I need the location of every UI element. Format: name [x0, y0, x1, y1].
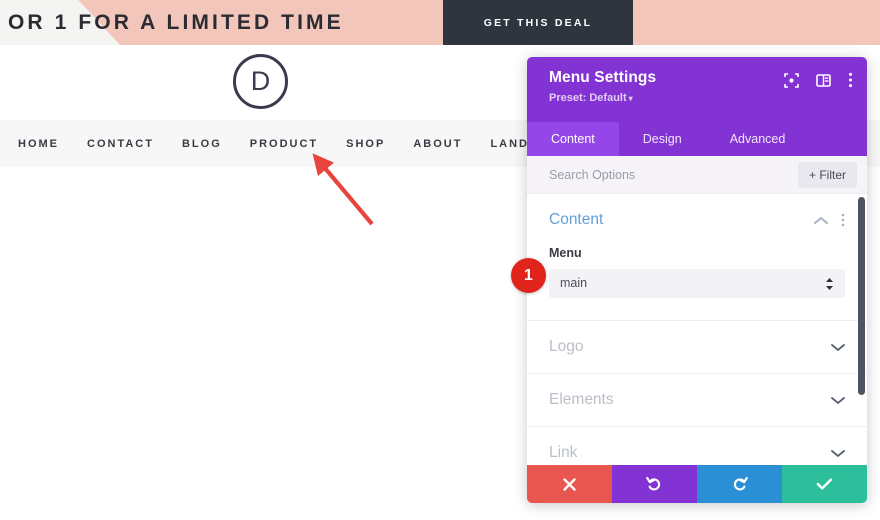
save-button[interactable]: [782, 465, 867, 503]
nav-item-product[interactable]: PRODUCT: [250, 138, 318, 150]
section-content-header[interactable]: Content: [549, 194, 845, 246]
get-this-deal-button[interactable]: GET THIS DEAL: [443, 0, 633, 45]
chevron-down-icon[interactable]: [831, 343, 845, 352]
promo-banner-text: OR 1 FOR A LIMITED TIME: [8, 11, 344, 34]
section-link: Link: [527, 427, 867, 465]
panel-layout-icon[interactable]: [816, 73, 831, 88]
section-elements: Elements: [527, 374, 867, 427]
nav-item-about[interactable]: ABOUT: [413, 138, 462, 150]
nav-item-shop[interactable]: SHOP: [346, 138, 385, 150]
menu-select[interactable]: main: [549, 269, 845, 298]
cancel-button[interactable]: [527, 465, 612, 503]
section-content: Content Menu main: [527, 194, 867, 321]
section-logo-header[interactable]: Logo: [549, 321, 845, 373]
modal-header-icons: [784, 72, 853, 88]
field-menu-label: Menu: [549, 246, 582, 260]
redo-icon: [733, 476, 748, 491]
nav-item-home[interactable]: HOME: [18, 138, 59, 150]
section-content-title: Content: [549, 211, 604, 228]
modal-scrollbar[interactable]: [858, 197, 865, 395]
field-menu: Menu main: [549, 246, 845, 320]
section-elements-header[interactable]: Elements: [549, 374, 845, 426]
filter-button[interactable]: + Filter: [797, 161, 857, 188]
nav-item-contact[interactable]: CONTACT: [87, 138, 154, 150]
tab-content[interactable]: Content: [527, 122, 619, 156]
preset-label: Preset: Default: [549, 92, 627, 104]
chevron-down-icon[interactable]: [831, 449, 845, 458]
section-elements-title: Elements: [549, 391, 614, 408]
preset-selector[interactable]: Preset: Default ▾: [549, 92, 633, 104]
tab-advanced[interactable]: Advanced: [706, 122, 810, 156]
close-icon: [563, 477, 576, 491]
check-icon: [816, 478, 833, 490]
chevron-down-icon[interactable]: [831, 396, 845, 405]
undo-icon: [646, 476, 661, 491]
chevron-up-icon[interactable]: [814, 216, 828, 225]
stepper-arrows-icon[interactable]: [825, 277, 834, 291]
chevron-down-icon: ▾: [628, 94, 633, 103]
more-vertical-icon[interactable]: [848, 72, 853, 88]
section-logo-title: Logo: [549, 338, 584, 355]
nav-item-blog[interactable]: BLOG: [182, 138, 222, 150]
undo-button[interactable]: [612, 465, 697, 503]
promo-banner: OR 1 FOR A LIMITED TIME GET THIS DEAL: [0, 0, 880, 45]
search-options-input[interactable]: [549, 167, 798, 182]
modal-header: Menu Settings Preset: Default ▾: [527, 57, 867, 122]
modal-body: Content Menu main Logo Elements Link: [527, 194, 867, 465]
divi-logo-icon[interactable]: D: [233, 54, 288, 109]
modal-tabs: Content Design Advanced: [527, 122, 867, 156]
section-logo: Logo: [527, 321, 867, 374]
modal-footer-actions: [527, 465, 867, 503]
modal-scroll-area: Content Menu main Logo Elements Link: [527, 194, 867, 465]
section-more-vertical-icon[interactable]: [841, 213, 845, 227]
step-badge-1: 1: [511, 258, 546, 293]
section-content-controls: [814, 213, 845, 227]
redo-button[interactable]: [697, 465, 782, 503]
focus-target-icon[interactable]: [784, 72, 799, 88]
search-row: + Filter: [527, 156, 867, 194]
menu-select-value: main: [560, 276, 588, 290]
section-link-title: Link: [549, 444, 578, 461]
tab-design[interactable]: Design: [619, 122, 706, 156]
menu-settings-modal: Menu Settings Preset: Default ▾ Content …: [527, 57, 867, 503]
section-link-header[interactable]: Link: [549, 427, 845, 465]
